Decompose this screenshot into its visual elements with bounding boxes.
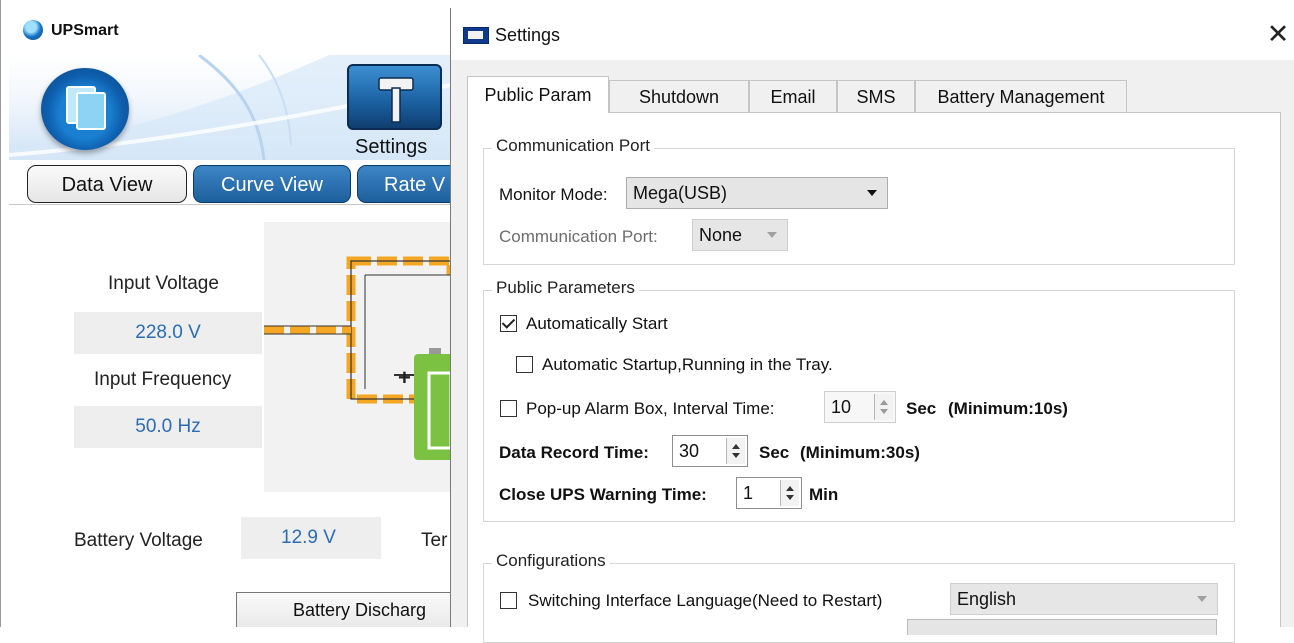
input-voltage-value: 228.0 V <box>74 312 262 354</box>
tab-curve-view[interactable]: Curve View <box>193 165 351 203</box>
tab-data-view[interactable]: Data View <box>27 165 187 203</box>
switch-language-label: Switching Interface Language(Need to Res… <box>528 591 883 610</box>
public-parameters-group-title: Public Parameters <box>492 278 639 298</box>
power-flow-diagram <box>264 256 451 460</box>
auto-startup-tray-checkbox[interactable] <box>516 356 533 373</box>
tab-email[interactable]: Email <box>749 80 837 112</box>
tab-sms[interactable]: SMS <box>837 80 915 112</box>
popup-alarm-interval-value: 10 <box>831 397 852 417</box>
settings-toolbar-button[interactable] <box>347 64 442 130</box>
auto-startup-tray-label: Automatic Startup,Running in the Tray. <box>542 355 833 374</box>
configurations-group-title: Configurations <box>492 551 610 571</box>
battery-voltage-label: Battery Voltage <box>74 530 203 551</box>
popup-alarm-interval-spinner[interactable]: 10 <box>824 391 896 423</box>
battery-voltage-value: 12.9 V <box>241 517 381 559</box>
app-title: UPSmart <box>51 22 119 39</box>
input-frequency-value: 50.0 Hz <box>74 406 262 448</box>
popup-alarm-label: Pop-up Alarm Box, Interval Time: <box>526 399 775 418</box>
communication-port-group: Communication Port Monitor Mode: Mega(US… <box>483 136 1235 265</box>
spinner-arrows-icon[interactable] <box>726 438 745 464</box>
close-icon[interactable]: ✕ <box>1263 18 1293 50</box>
temperature-label: Ter <box>421 530 448 551</box>
data-record-time-hint: (Minimum:30s) <box>800 443 920 462</box>
data-record-time-unit: Sec <box>759 443 790 462</box>
dialog-title: Settings <box>495 25 561 45</box>
monitor-mode-value: Mega(USB) <box>633 183 728 203</box>
tab-public-param[interactable]: Public Param <box>467 76 609 113</box>
data-record-time-value: 30 <box>679 441 700 461</box>
popup-alarm-unit: Sec <box>906 399 937 418</box>
popup-alarm-checkbox[interactable] <box>500 400 517 417</box>
tab-battery-management[interactable]: Battery Management <box>915 80 1127 112</box>
tab-shutdown[interactable]: Shutdown <box>609 80 749 112</box>
communication-port-label: Communication Port: <box>499 227 658 246</box>
spinner-arrows-icon[interactable] <box>874 394 893 420</box>
language-select[interactable]: English <box>950 583 1218 615</box>
settings-toolbar-label: Settings <box>355 136 428 158</box>
popup-alarm-hint: (Minimum:10s) <box>948 399 1068 418</box>
spinner-arrows-icon[interactable] <box>780 480 799 506</box>
close-ups-warning-value: 1 <box>743 483 754 503</box>
communication-port-group-title: Communication Port <box>492 136 655 156</box>
hammer-icon <box>378 77 414 123</box>
data-record-time-label: Data Record Time: <box>499 443 649 462</box>
battery-plus-sign: + <box>398 365 411 390</box>
auto-start-label: Automatically Start <box>526 314 668 333</box>
chevron-down-icon <box>867 190 877 196</box>
chevron-down-icon <box>1197 596 1207 602</box>
main-window: UPSmart Settings Data View Curve View Ra… <box>0 0 477 627</box>
switch-language-checkbox[interactable] <box>500 592 517 609</box>
app-logo-large-icon <box>41 68 129 150</box>
battery-discharge-header: Battery Discharg <box>236 592 451 627</box>
settings-dialog: Settings ✕ Public Param Shutdown Email S… <box>450 8 1294 643</box>
chevron-down-icon <box>767 232 777 238</box>
monitor-mode-select[interactable]: Mega(USB) <box>626 177 888 209</box>
dialog-titlebar: Settings ✕ <box>451 8 1294 60</box>
monitor-mode-label: Monitor Mode: <box>499 185 608 204</box>
data-record-time-spinner[interactable]: 30 <box>672 435 748 467</box>
checkmark-icon <box>501 315 516 329</box>
input-voltage-label: Input Voltage <box>108 273 219 294</box>
public-parameters-group: Public Parameters Automatically Start Au… <box>483 278 1235 522</box>
input-frequency-label: Input Frequency <box>94 369 232 390</box>
partially-visible-button[interactable] <box>907 619 1217 635</box>
communication-port-value: None <box>699 225 743 245</box>
content-divider <box>9 204 451 205</box>
close-ups-warning-spinner[interactable]: 1 <box>736 477 802 509</box>
settings-window-icon <box>463 27 489 44</box>
app-logo-icon <box>23 20 43 40</box>
language-value: English <box>957 589 1017 609</box>
close-ups-warning-label: Close UPS Warning Time: <box>499 485 707 504</box>
close-ups-warning-unit: Min <box>809 485 839 504</box>
communication-port-select[interactable]: None <box>692 219 788 251</box>
auto-start-checkbox[interactable] <box>500 315 517 332</box>
battery-icon <box>414 354 451 460</box>
